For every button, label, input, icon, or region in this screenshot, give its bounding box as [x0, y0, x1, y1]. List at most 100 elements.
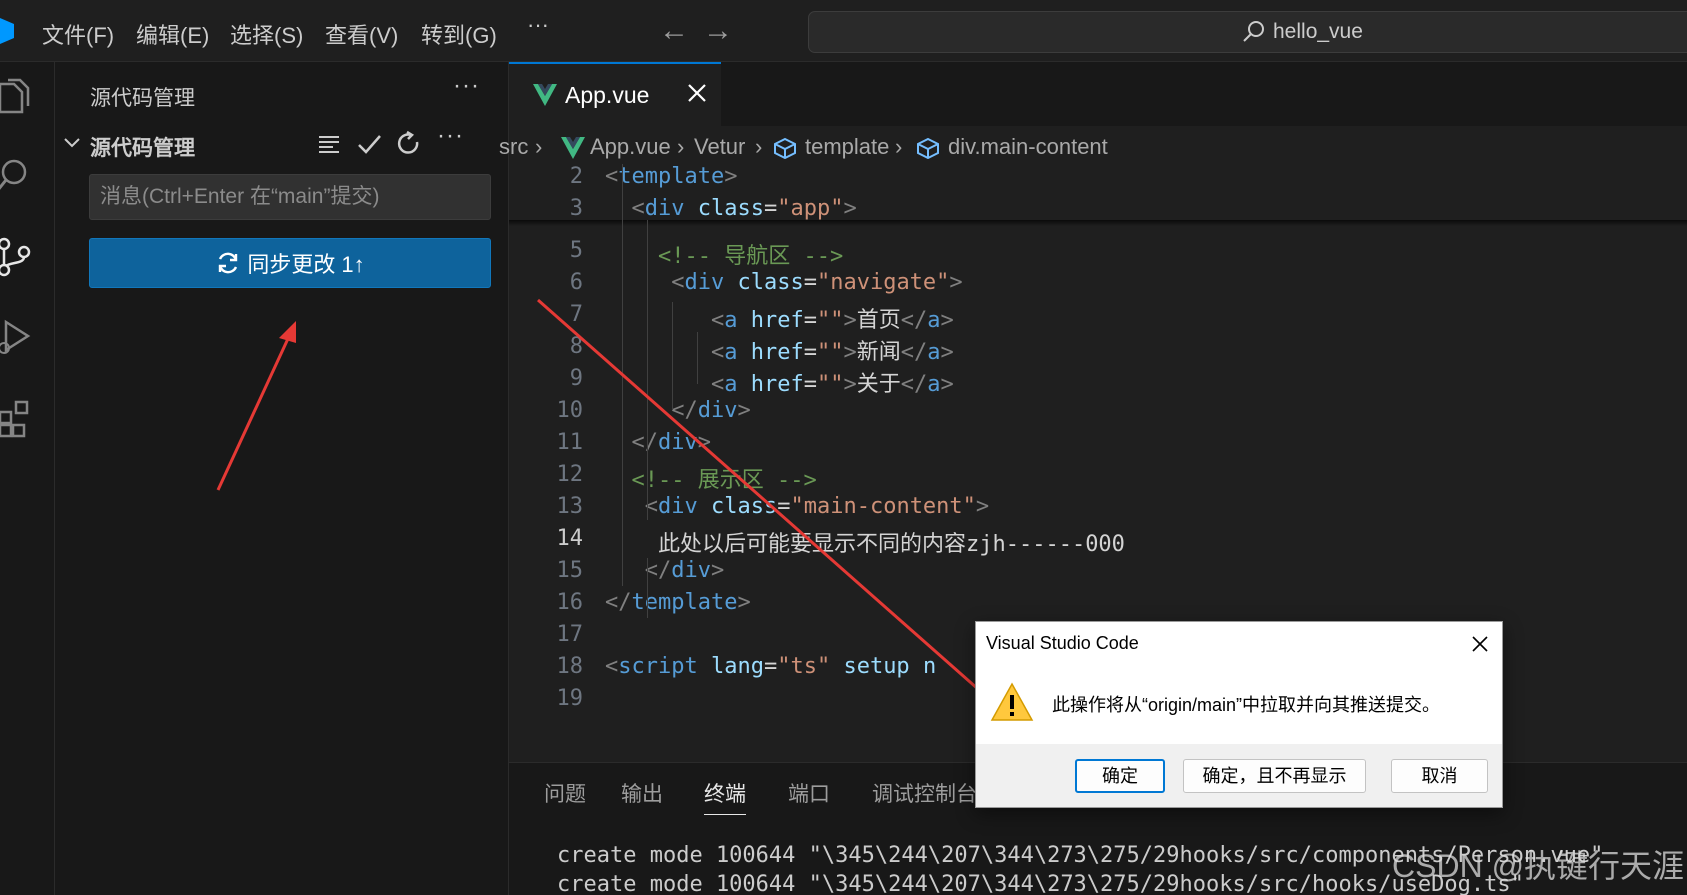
command-center-search[interactable]: hello_vue: [808, 11, 1687, 53]
line-content: <!-- 导航区 -->: [657, 244, 844, 269]
sync-button-label: 同步更改 1↑: [247, 252, 365, 277]
line-number: 5: [569, 238, 583, 263]
breadcrumb-vetur[interactable]: Vetur: [694, 134, 745, 160]
vscode-logo-icon: [0, 18, 14, 44]
line-number: 10: [556, 398, 584, 423]
line-content: <a href="">新闻</a>: [710, 340, 954, 365]
code-line[interactable]: 15 </div>: [509, 558, 1687, 590]
line-number: 16: [556, 590, 584, 615]
code-line[interactable]: 6 <div class="navigate">: [509, 270, 1687, 302]
breadcrumb-template[interactable]: template: [805, 134, 889, 160]
search-icon: [1243, 21, 1264, 42]
breadcrumb-src[interactable]: src: [499, 134, 528, 160]
cancel-button[interactable]: 取消: [1391, 759, 1488, 793]
line-content: </div>: [671, 398, 751, 423]
line-content: <a href="">关于</a>: [710, 372, 954, 397]
breadcrumb-separator: ›: [535, 134, 543, 159]
line-number: 12: [556, 462, 584, 487]
source-control-icon[interactable]: [0, 234, 36, 278]
line-content: 此处以后可能要显示不同的内容zjh------000: [657, 532, 1125, 557]
commit-check-icon[interactable]: [355, 130, 383, 158]
symbol-cube-icon: [774, 137, 796, 159]
line-number: 13: [556, 494, 584, 519]
breadcrumb-file[interactable]: App.vue: [590, 134, 671, 160]
run-debug-icon[interactable]: [0, 316, 36, 360]
code-line[interactable]: 12 <!-- 展示区 -->: [509, 462, 1687, 494]
view-as-list-icon[interactable]: [315, 130, 343, 158]
section-more-button[interactable]: ···: [437, 122, 464, 150]
breadcrumb-separator: ›: [755, 134, 763, 159]
refresh-icon[interactable]: [395, 130, 423, 158]
tab-label: App.vue: [565, 82, 650, 108]
menu-selection[interactable]: 选择(S): [230, 18, 303, 50]
line-content: <template>: [605, 164, 738, 189]
terminal-line: create mode 100644 "\345\244\207\344\273…: [557, 872, 1524, 895]
breadcrumb: src › App.vue › Vetur › template › div.m…: [499, 126, 1687, 166]
code-line[interactable]: 11 </div>: [509, 430, 1687, 462]
commit-message-input[interactable]: [89, 174, 491, 220]
menu-go[interactable]: 转到(G): [421, 18, 497, 50]
ok-button[interactable]: 确定: [1075, 759, 1165, 793]
tab-terminal[interactable]: 终端: [704, 778, 746, 815]
line-content: </div>: [631, 430, 712, 455]
menu-edit[interactable]: 编辑(E): [136, 18, 209, 50]
code-line[interactable]: 16 </template>: [509, 590, 1687, 622]
code-line[interactable]: 9 <a href="">关于</a>: [509, 366, 1687, 398]
menu-more-button[interactable]: ···: [527, 12, 549, 38]
extensions-icon[interactable]: [0, 398, 36, 442]
menu-view[interactable]: 查看(V): [325, 18, 398, 50]
line-content: <a href="">首页</a>: [710, 308, 954, 333]
section-header[interactable]: 源代码管理: [90, 132, 195, 162]
workspace-name: hello_vue: [1273, 20, 1363, 43]
indent-guide: [672, 302, 673, 410]
line-content: <!-- 展示区 -->: [631, 468, 817, 493]
line-number: 2: [569, 164, 583, 189]
ok-dont-show-again-button[interactable]: 确定，且不再显示: [1183, 759, 1366, 793]
tab-ports[interactable]: 端口: [788, 778, 830, 808]
line-number: 19: [556, 686, 584, 711]
line-number: 8: [569, 334, 583, 359]
tab-app-vue[interactable]: App.vue: [509, 62, 721, 126]
explorer-icon[interactable]: [0, 76, 36, 120]
editor-tab-bar: App.vue: [509, 62, 1687, 126]
sticky-scroll-shadow: [509, 220, 1687, 226]
indent-guide: [697, 332, 698, 384]
tab-debug-console[interactable]: 调试控制台: [872, 778, 977, 808]
line-content: <div class="navigate">: [671, 270, 963, 295]
code-line[interactable]: 13 <div class="main-content">: [509, 494, 1687, 526]
code-line[interactable]: 8 <a href="">新闻</a>: [509, 334, 1687, 366]
confirm-dialog: Visual Studio Code 此操作将从“origin/main”中拉取…: [975, 621, 1503, 808]
close-icon[interactable]: [1470, 634, 1490, 654]
code-line[interactable]: 5 <!-- 导航区 -->: [509, 238, 1687, 270]
indent-guide: [647, 558, 648, 618]
sidebar-title: 源代码管理: [90, 87, 195, 110]
back-arrow-icon[interactable]: ←: [659, 14, 689, 48]
tab-problems[interactable]: 问题: [544, 778, 586, 808]
line-content: <script lang="ts" setup n: [605, 654, 937, 679]
code-line[interactable]: 10 </div>: [509, 398, 1687, 430]
breadcrumb-separator: ›: [895, 134, 903, 159]
code-line[interactable]: 14 此处以后可能要显示不同的内容zjh------000: [509, 526, 1687, 558]
line-number: 18: [556, 654, 584, 679]
line-content: <div class="main-content">: [644, 494, 990, 519]
chevron-down-icon[interactable]: [63, 134, 81, 152]
line-number: 9: [569, 366, 583, 391]
sync-changes-button[interactable]: 同步更改 1↑: [89, 238, 491, 288]
line-number: 6: [569, 270, 583, 295]
sync-icon: [219, 252, 238, 274]
activity-bar: [0, 62, 55, 895]
vue-file-icon: [561, 137, 585, 159]
sidebar-more-button[interactable]: ···: [453, 72, 480, 100]
search-icon[interactable]: [0, 154, 36, 198]
tab-output[interactable]: 输出: [621, 778, 663, 808]
breadcrumb-separator: ›: [677, 134, 685, 159]
code-line[interactable]: 2 <template>: [509, 164, 1687, 196]
symbol-cube-icon: [917, 137, 939, 159]
breadcrumb-div-main-content[interactable]: div.main-content: [948, 134, 1108, 160]
watermark: CSDN @执键行天涯: [1392, 848, 1685, 884]
forward-arrow-icon[interactable]: →: [703, 14, 733, 48]
code-line[interactable]: 7 <a href="">首页</a>: [509, 302, 1687, 334]
line-number: 11: [556, 430, 584, 455]
menu-file[interactable]: 文件(F): [42, 18, 114, 50]
close-icon[interactable]: [684, 80, 710, 106]
